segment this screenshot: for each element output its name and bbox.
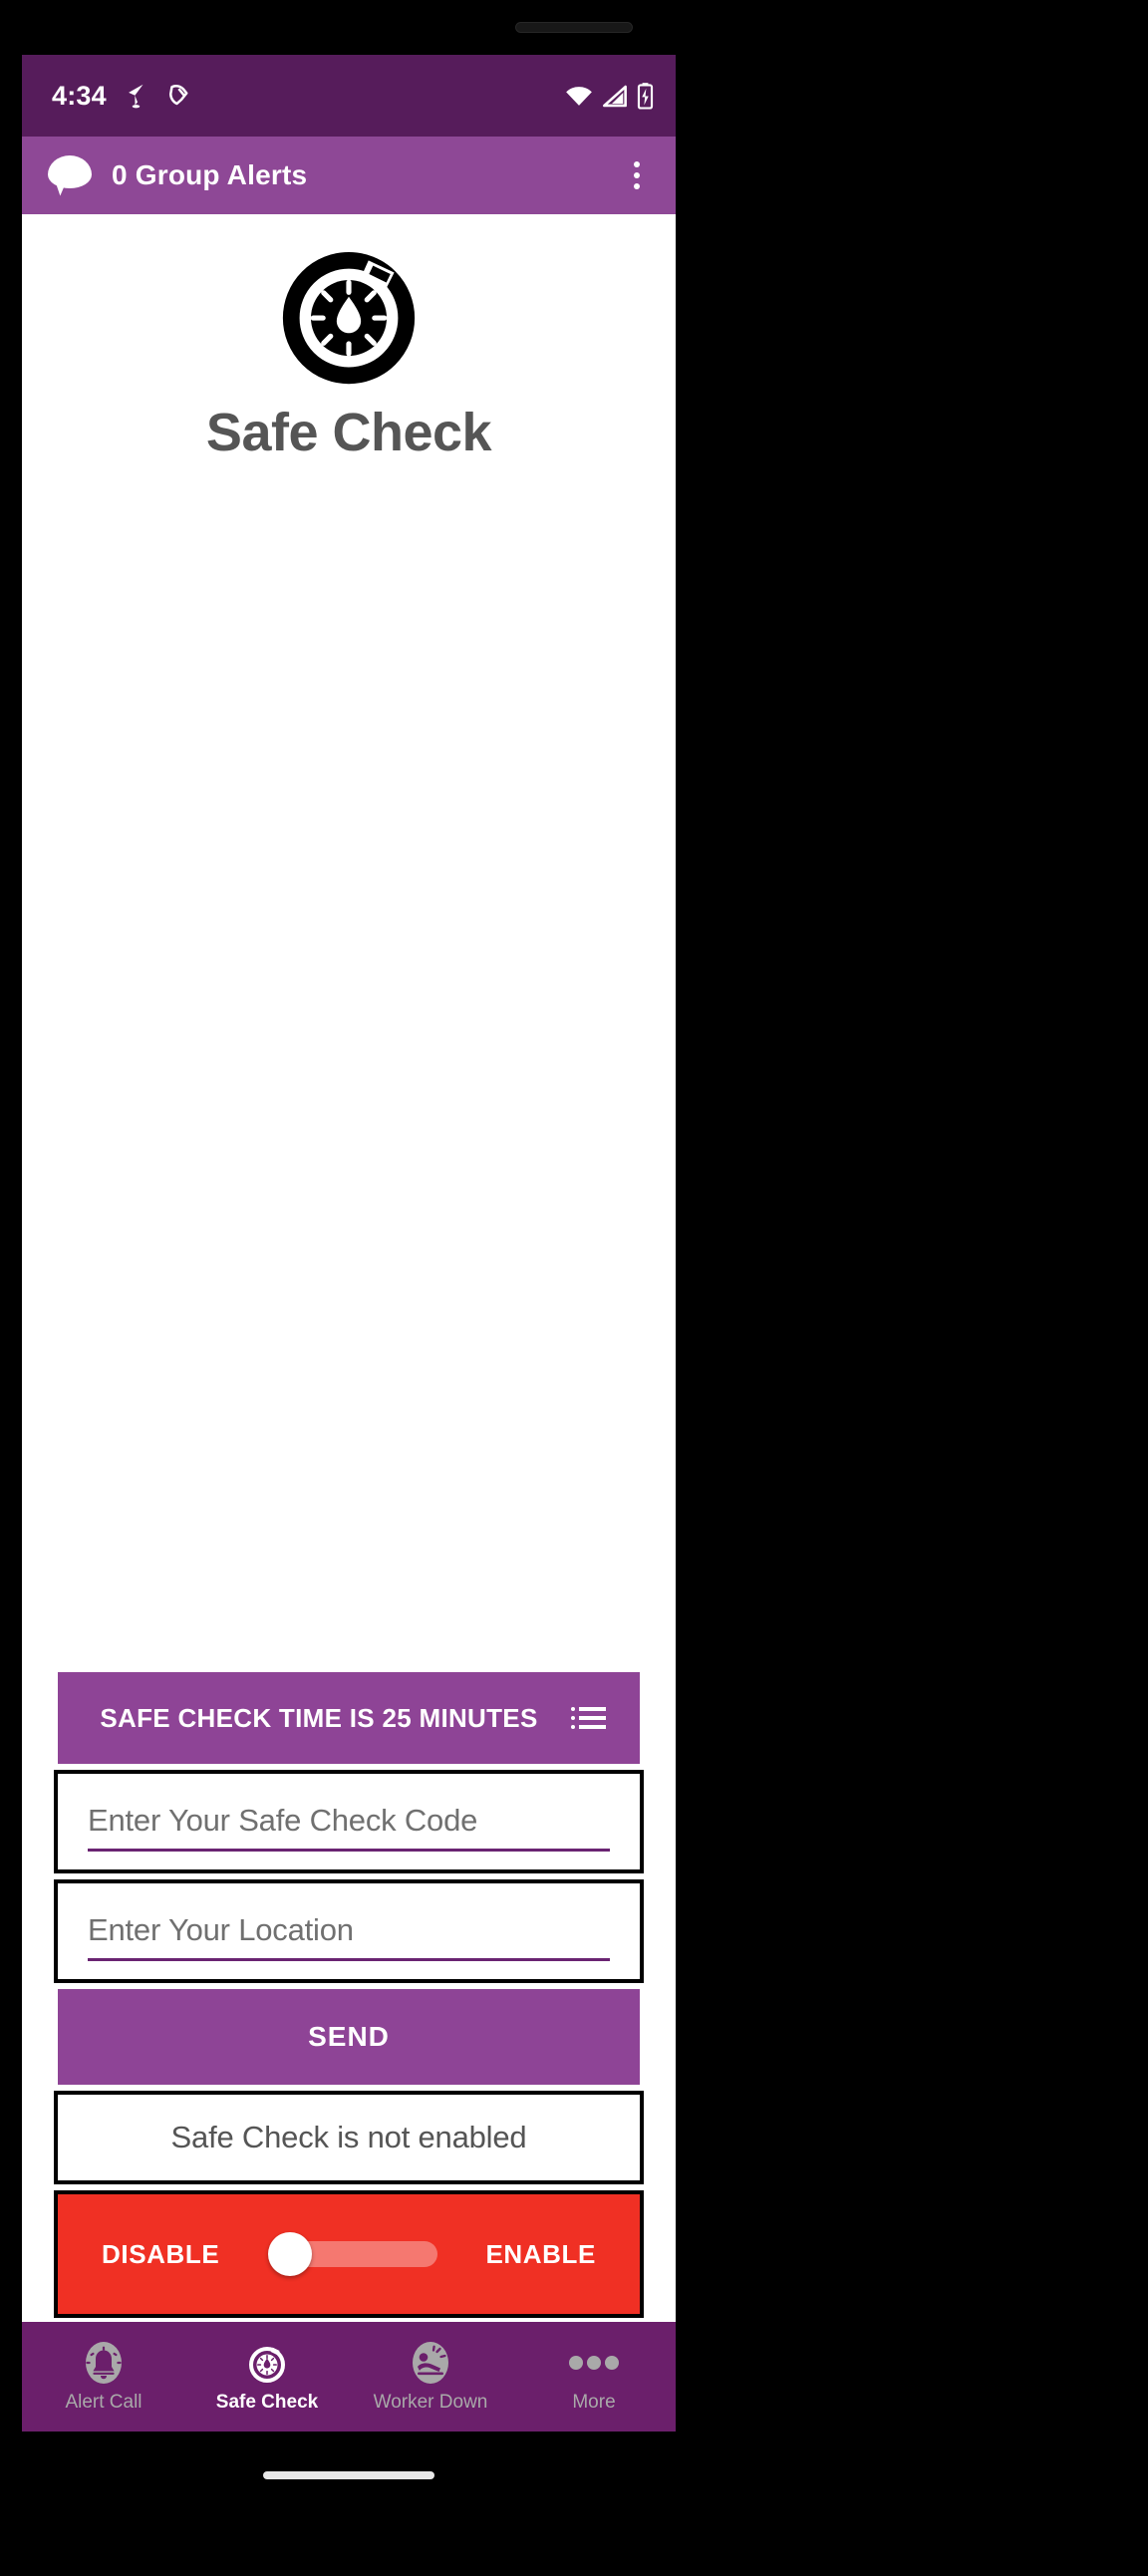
safe-check-time-bar[interactable]: SAFE CHECK TIME IS 25 MINUTES [58,1672,640,1764]
app-bar: 0 Group Alerts [22,137,676,214]
location-off-icon [128,84,144,109]
chat-bubble-icon [48,155,94,197]
safe-check-code-input[interactable]: Enter Your Safe Check Code [54,1770,644,1873]
enable-label: ENABLE [485,2238,596,2269]
earpiece-speaker [515,22,633,33]
wifi-icon [566,86,592,106]
stopwatch-icon [245,2340,289,2386]
status-bar: 4:34 [22,55,676,137]
battery-charging-icon [637,83,654,110]
cellular-signal-icon [603,85,627,107]
nav-item-more[interactable]: More [512,2322,676,2432]
phone-frame: 4:34 0 Group Alerts Safe Check SAFE CHEC… [0,0,1148,2576]
nav-item-safe-check[interactable]: Safe Check [185,2322,349,2432]
safe-check-code-placeholder: Enter Your Safe Check Code [88,1803,478,1838]
safe-check-status-box: Safe Check is not enabled [54,2091,644,2184]
nav-item-worker-down[interactable]: Worker Down [349,2322,512,2432]
status-bar-clock: 4:34 [52,80,107,111]
nav-label-alert-call: Alert Call [65,2392,143,2413]
send-button-label: SEND [308,2021,390,2052]
alert-bell-icon [82,2340,126,2386]
mute-alerts-icon [168,84,188,106]
app-bar-title: 0 Group Alerts [112,159,308,190]
safe-check-time-label: SAFE CHECK TIME IS 25 MINUTES [100,1702,538,1733]
enable-disable-toggle-row[interactable]: DISABLE ENABLE [54,2190,644,2318]
more-vertical-icon[interactable] [628,155,646,195]
nav-label-worker-down: Worker Down [373,2392,488,2413]
page-title: Safe Check [205,403,492,462]
list-menu-icon[interactable] [571,1707,606,1729]
phone-screen: 4:34 0 Group Alerts Safe Check SAFE CHEC… [22,55,676,2432]
form-area: SAFE CHECK TIME IS 25 MINUTES Enter Your… [22,1672,676,2322]
status-bar-left: 4:34 [52,80,194,112]
send-button[interactable]: SEND [58,1989,640,2085]
safe-check-toggle-switch[interactable] [267,2232,437,2276]
safe-check-stopwatch-icon [273,236,425,388]
bottom-navigation-bar: Alert Call Safe Check Worker Down More [22,2322,676,2432]
more-horizontal-icon [566,2340,622,2386]
safe-check-status-text: Safe Check is not enabled [170,2120,527,2154]
hero-section: Safe Check [22,214,676,463]
nav-label-safe-check: Safe Check [215,2392,319,2413]
location-input[interactable]: Enter Your Location [54,1879,644,1983]
system-gesture-area [22,2432,676,2521]
disable-label: DISABLE [102,2238,220,2269]
home-gesture-bar[interactable] [263,2471,434,2479]
status-bar-right [565,83,654,110]
nav-item-alert-call[interactable]: Alert Call [22,2322,185,2432]
nav-label-more: More [572,2392,616,2413]
worker-down-icon [409,2340,452,2386]
toggle-knob[interactable] [267,2232,312,2276]
main-content: Safe Check SAFE CHECK TIME IS 25 MINUTES [22,214,676,2322]
location-placeholder: Enter Your Location [88,1912,354,1947]
